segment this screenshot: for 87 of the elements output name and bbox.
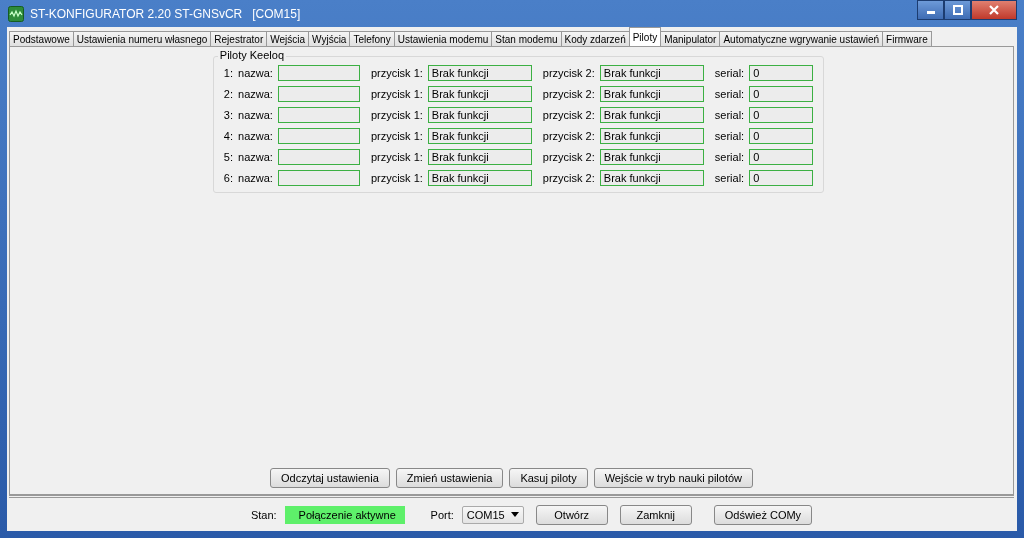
field-label: nazwa: [238,151,273,163]
window-title: ST-KONFIGURATOR 2.20 ST-GNSvCR [COM15] [30,6,302,21]
status-button[interactable]: Otwórz [535,504,608,525]
input-field[interactable]: Brak funkcji [599,107,704,123]
app-icon [8,5,24,22]
input-field[interactable]: Brak funkcji [599,65,704,81]
maximize-button[interactable] [944,0,971,20]
input-field[interactable]: Brak funkcji [599,149,704,165]
row-number: 4: [223,130,233,142]
field-label: przycisk 2: [542,67,595,79]
input-field[interactable]: Brak funkcji [427,149,532,165]
input-field[interactable]: 0 [749,65,814,81]
input-field[interactable]: Brak funkcji [427,65,532,81]
close-icon [988,5,1000,15]
field-label: serial: [714,151,745,163]
field-label: przycisk 1: [370,172,423,184]
field-label: przycisk 2: [542,88,595,100]
tab[interactable]: Wejścia [266,31,310,46]
action-button[interactable]: Odczytaj ustawienia [269,468,390,488]
field-label: serial: [714,109,745,121]
field-label: przycisk 1: [370,130,423,142]
minimize-button[interactable] [917,0,944,20]
tab[interactable]: Kody zdarzeń [560,31,630,46]
input-field[interactable]: 0 [749,149,814,165]
tab[interactable]: Wyjścia [308,31,351,46]
row-number: 3: [223,109,233,121]
input-field[interactable]: Brak funkcji [427,170,532,186]
caret-icon [510,512,519,517]
field-label: nazwa: [238,172,273,184]
input-field[interactable]: 0 [749,86,814,102]
input-field[interactable]: Brak funkcji [427,107,532,123]
status-button[interactable]: Zamknij [619,504,692,525]
input-field[interactable]: 0 [749,128,814,144]
input-field[interactable]: Brak funkcji [599,170,704,186]
field-label: serial: [714,130,745,142]
tab[interactable]: Ustawienia numeru własnego [72,31,212,46]
input-field[interactable] [277,86,360,102]
field-label: przycisk 1: [370,109,423,121]
field-label: serial: [714,172,745,184]
field-label: nazwa: [238,109,273,121]
field-label: przycisk 1: [370,151,423,163]
field-label: nazwa: [238,67,273,79]
field-label: nazwa: [238,88,273,100]
field-label: przycisk 1: [370,67,423,79]
input-field[interactable]: 0 [749,170,814,186]
action-button[interactable]: Wejście w tryb nauki pilotów [593,468,753,488]
port-dropdown[interactable]: COM15 [461,505,524,524]
input-field[interactable] [277,149,360,165]
row-number: 6: [223,172,233,184]
input-field[interactable]: Brak funkcji [427,86,532,102]
input-field[interactable]: Brak funkcji [599,86,704,102]
tab[interactable]: Stan modemu [491,31,562,46]
field-label: przycisk 1: [370,88,423,100]
tab[interactable]: Ustawienia modemu [393,31,493,46]
input-field[interactable] [277,128,360,144]
input-field[interactable]: 0 [749,107,814,123]
input-field[interactable] [277,170,360,186]
field-label: serial: [714,67,745,79]
close-button[interactable] [971,0,1017,20]
field-label: przycisk 2: [542,130,595,142]
input-field[interactable] [277,107,360,123]
status-button[interactable]: Odśwież COMy [713,504,813,525]
action-button[interactable]: Zmień ustawienia [395,468,504,488]
row-number: 1: [223,67,233,79]
input-field[interactable] [277,65,360,81]
maximize-icon [952,5,963,15]
input-field[interactable]: Brak funkcji [427,128,532,144]
tab[interactable]: Podstawowe [9,31,74,46]
field-label: nazwa: [238,130,273,142]
port-label: Port: [430,508,454,521]
field-label: przycisk 2: [542,109,595,121]
tab[interactable]: Rejestrator [210,31,268,46]
status-label: Stan: [250,508,277,521]
group-title: Piloty Keeloq [217,49,287,61]
row-number: 5: [223,151,233,163]
tab[interactable]: Manipulator [660,31,721,46]
field-label: przycisk 2: [542,151,595,163]
connection-status: Połączenie aktywne [284,505,405,524]
field-label: serial: [714,88,745,100]
tab[interactable]: Piloty [628,27,662,46]
input-field[interactable]: Brak funkcji [599,128,704,144]
action-button[interactable]: Kasuj piloty [509,468,588,488]
tab[interactable]: Firmware [882,31,932,46]
tab[interactable]: Automatyczne wgrywanie ustawień [719,31,884,46]
row-number: 2: [223,88,233,100]
tab[interactable]: Telefony [349,31,395,46]
field-label: przycisk 2: [542,172,595,184]
